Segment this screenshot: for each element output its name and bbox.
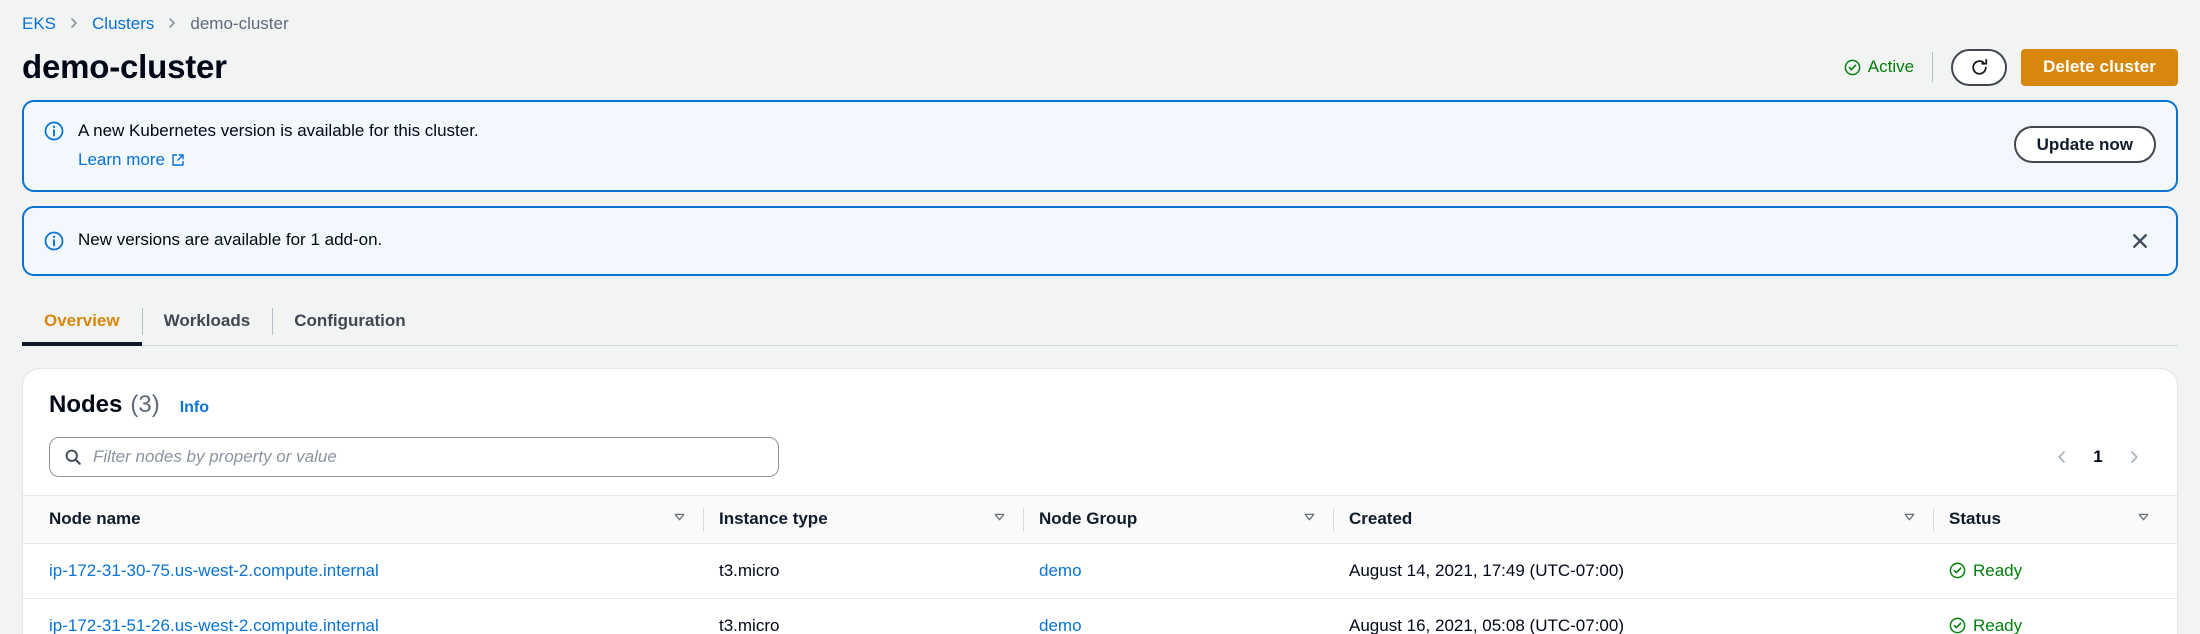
page-title: demo-cluster: [22, 47, 227, 85]
column-header-status: Status: [1933, 494, 2177, 544]
chevron-left-icon: [2054, 449, 2070, 465]
nodes-info-link[interactable]: Info: [180, 399, 209, 417]
info-icon: [44, 231, 64, 251]
search-input[interactable]: [93, 446, 764, 467]
tab-configuration[interactable]: Configuration: [272, 298, 427, 345]
status-label: Active: [1867, 57, 1915, 76]
external-link-icon: [171, 153, 185, 167]
pagination-next-button[interactable]: [2117, 440, 2151, 474]
column-label: Node Group: [1039, 509, 1138, 529]
column-label: Node name: [49, 509, 141, 529]
created-value: August 16, 2021, 05:08 (UTC-07:00): [1349, 615, 1624, 634]
table-row: ip-172-31-51-26.us-west-2.compute.intern…: [23, 598, 2177, 634]
nodes-table-body: ip-172-31-30-75.us-west-2.compute.intern…: [23, 543, 2177, 634]
status-ready-icon: [1949, 562, 1966, 579]
cell-node-group: demo: [1023, 598, 1333, 634]
search-icon: [64, 448, 82, 466]
nodes-panel-header: Nodes (3) Info: [23, 369, 2177, 419]
close-icon: [2130, 231, 2150, 251]
nodes-table-head: Node name Instance type Node Group Creat…: [23, 494, 2177, 544]
sort-descending-icon[interactable]: [992, 509, 1007, 529]
delete-cluster-button[interactable]: Delete cluster: [2021, 48, 2178, 86]
instance-type-value: t3.micro: [719, 615, 780, 634]
cell-status: Ready: [1933, 543, 2177, 599]
breadcrumb: EKS Clusters demo-cluster: [0, 0, 2200, 34]
table-header-row: Node name Instance type Node Group Creat…: [23, 494, 2177, 544]
column-header-node-name: Node name: [23, 494, 703, 544]
tab-bar: Overview Workloads Configuration: [22, 298, 2178, 346]
sort-descending-icon[interactable]: [1302, 509, 1317, 529]
instance-type-value: t3.micro: [719, 560, 780, 580]
column-header-node-group: Node Group: [1023, 494, 1333, 544]
breadcrumb-item-clusters[interactable]: Clusters: [92, 15, 154, 32]
node-name-link[interactable]: ip-172-31-51-26.us-west-2.compute.intern…: [49, 616, 379, 634]
node-group-link[interactable]: demo: [1039, 561, 1082, 581]
cell-instance-type: t3.micro: [703, 598, 1023, 634]
breadcrumb-item-eks[interactable]: EKS: [22, 15, 56, 32]
nodes-table: Node name Instance type Node Group Creat…: [23, 494, 2177, 634]
status-badge: Ready: [1949, 561, 2022, 581]
cell-created: August 16, 2021, 05:08 (UTC-07:00): [1333, 598, 1933, 634]
chevron-right-icon: [2126, 449, 2142, 465]
alert-message: New versions are available for 1 add-on.: [78, 230, 383, 250]
alert-body: A new Kubernetes version is available fo…: [78, 120, 2000, 170]
cell-node-group: demo: [1023, 543, 1333, 599]
nodes-count: (3): [130, 390, 160, 418]
page-header: demo-cluster Active Delete cluster: [0, 34, 2200, 88]
pagination-prev-button[interactable]: [2045, 440, 2079, 474]
breadcrumb-separator-icon: [166, 17, 178, 29]
table-row: ip-172-31-30-75.us-west-2.compute.intern…: [23, 543, 2177, 599]
column-label: Status: [1949, 509, 2001, 529]
cell-status: Ready: [1933, 598, 2177, 634]
cell-node-name: ip-172-31-30-75.us-west-2.compute.intern…: [23, 543, 703, 599]
pagination-page-1[interactable]: 1: [2083, 442, 2113, 472]
alert-dismiss-button[interactable]: [2124, 225, 2156, 257]
node-group-link[interactable]: demo: [1039, 616, 1082, 634]
eks-cluster-detail-page: EKS Clusters demo-cluster demo-cluster A…: [0, 0, 2200, 634]
breadcrumb-item-current: demo-cluster: [190, 13, 289, 33]
nodes-filter[interactable]: [49, 436, 779, 477]
update-now-button[interactable]: Update now: [2013, 126, 2156, 164]
alert-action-area: Update now: [2013, 126, 2156, 164]
info-icon: [44, 121, 64, 141]
nodes-title: Nodes: [49, 390, 123, 418]
cell-node-name: ip-172-31-51-26.us-west-2.compute.intern…: [23, 598, 703, 634]
nodes-toolbar: 1: [23, 419, 2177, 495]
refresh-icon: [1969, 57, 1990, 78]
alert-addon-versions: New versions are available for 1 add-on.: [22, 205, 2178, 276]
status-badge: Ready: [1949, 616, 2022, 634]
sort-descending-icon[interactable]: [1902, 509, 1917, 529]
refresh-button[interactable]: [1951, 48, 2008, 86]
breadcrumb-separator-icon: [68, 17, 80, 29]
alerts-region: A new Kubernetes version is available fo…: [0, 88, 2200, 276]
learn-more-label: Learn more: [78, 149, 165, 169]
nodes-panel: Nodes (3) Info 1: [22, 367, 2178, 634]
alert-body: New versions are available for 1 add-on.: [78, 229, 2112, 252]
column-header-created: Created: [1333, 494, 1933, 544]
learn-more-link[interactable]: Learn more: [78, 150, 185, 170]
column-header-instance-type: Instance type: [703, 494, 1023, 544]
created-value: August 14, 2021, 17:49 (UTC-07:00): [1349, 560, 1624, 580]
tab-overview[interactable]: Overview: [22, 298, 142, 346]
header-divider: [1932, 52, 1934, 82]
alert-kubernetes-version: A new Kubernetes version is available fo…: [22, 100, 2178, 192]
cell-created: August 14, 2021, 17:49 (UTC-07:00): [1333, 543, 1933, 599]
status-badge: Active: [1844, 57, 1914, 77]
cell-instance-type: t3.micro: [703, 543, 1023, 599]
pagination: 1: [2045, 440, 2151, 474]
status-label: Ready: [1973, 615, 2023, 634]
sort-descending-icon[interactable]: [672, 509, 687, 529]
header-actions: Active Delete cluster: [1844, 48, 2178, 86]
status-ready-icon: [1949, 617, 1966, 634]
status-check-icon: [1844, 59, 1861, 76]
alert-message: A new Kubernetes version is available fo…: [78, 121, 479, 140]
tab-workloads[interactable]: Workloads: [141, 298, 273, 345]
column-label: Instance type: [719, 509, 828, 529]
node-name-link[interactable]: ip-172-31-30-75.us-west-2.compute.intern…: [49, 561, 379, 581]
sort-descending-icon[interactable]: [2136, 509, 2151, 529]
column-label: Created: [1349, 509, 1413, 529]
status-label: Ready: [1973, 560, 2023, 580]
